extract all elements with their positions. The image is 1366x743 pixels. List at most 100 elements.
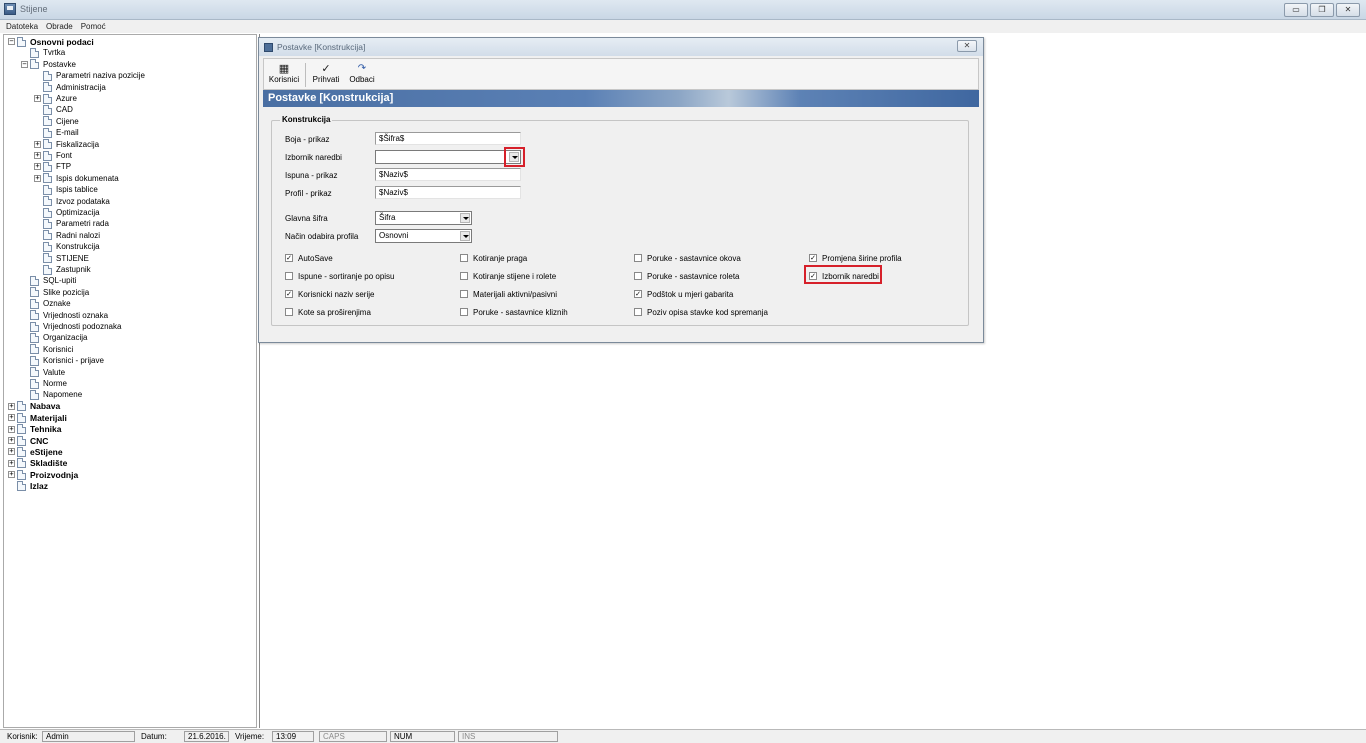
checkbox[interactable] xyxy=(285,308,293,316)
tree-item[interactable]: Napomene xyxy=(21,389,82,400)
izbornik-combo[interactable] xyxy=(375,150,521,164)
tree-item[interactable]: Norme xyxy=(21,378,67,389)
menu-datoteka[interactable]: Datoteka xyxy=(6,20,38,33)
tree-item[interactable]: + Materijali xyxy=(8,412,67,423)
close-button[interactable]: ✕ xyxy=(1336,3,1360,17)
checkbox[interactable]: ✓ xyxy=(285,254,293,262)
tree-item[interactable]: + CNC xyxy=(8,435,48,446)
tree-item[interactable]: + Tehnika xyxy=(8,424,62,435)
checkbox-item[interactable]: ✓ Korisnicki naziv serije xyxy=(285,289,374,299)
menu-pomoc[interactable]: Pomoć xyxy=(81,20,106,33)
tree-item[interactable]: − Postavke xyxy=(21,59,76,70)
tree-item[interactable]: Oznake xyxy=(21,298,71,309)
checkbox-item[interactable]: Poruke - sastavnice okova xyxy=(634,253,741,263)
collapse-icon[interactable]: − xyxy=(8,38,15,45)
checkbox-item[interactable]: Kotiranje praga xyxy=(460,253,527,263)
tree-item[interactable]: Vrijednosti podoznaka xyxy=(21,321,121,332)
expand-icon[interactable]: + xyxy=(8,437,15,444)
checkbox[interactable] xyxy=(285,272,293,280)
odbaci-button[interactable]: ↷ Odbaci xyxy=(346,62,378,88)
expand-icon[interactable]: + xyxy=(8,425,15,433)
checkbox[interactable] xyxy=(460,272,468,280)
expand-icon[interactable]: + xyxy=(8,414,15,422)
checkbox[interactable] xyxy=(460,290,468,298)
checkbox[interactable]: ✓ xyxy=(809,272,817,280)
tree-item[interactable]: Slike pozicija xyxy=(21,287,89,298)
expand-icon[interactable]: + xyxy=(34,174,41,182)
checkbox[interactable]: ✓ xyxy=(634,290,642,298)
tree-item[interactable]: + Font xyxy=(34,150,72,161)
tree-item[interactable]: Zastupnik xyxy=(34,264,91,275)
checkbox[interactable] xyxy=(634,254,642,262)
tree-item[interactable]: Valute xyxy=(21,367,65,378)
checkbox-item[interactable]: ✓ AutoSave xyxy=(285,253,333,263)
checkbox-item[interactable]: Poziv opisa stavke kod spremanja xyxy=(634,307,768,317)
tree-item[interactable]: Parametri rada xyxy=(34,218,109,229)
expand-icon[interactable]: + xyxy=(8,471,15,479)
expand-icon[interactable]: + xyxy=(34,95,41,102)
boja-input[interactable]: $Šifra$ xyxy=(375,132,521,145)
expand-icon[interactable]: + xyxy=(8,459,15,467)
checkbox-item[interactable]: ✓ Promjena širine profila xyxy=(809,253,902,263)
tree-item[interactable]: + Fiskalizacija xyxy=(34,139,99,150)
tree-item[interactable]: E-mail xyxy=(34,127,79,138)
nacin-odabira-combo[interactable]: Osnovni xyxy=(375,229,472,243)
tree-item[interactable]: + FTP xyxy=(34,161,71,172)
checkbox[interactable] xyxy=(634,272,642,280)
tree-item[interactable]: Ispis tablice xyxy=(34,184,98,195)
tree-item[interactable]: Administracija xyxy=(34,82,106,93)
tree-item[interactable]: Cijene xyxy=(34,116,79,127)
tree-item[interactable]: + Ispis dokumenata xyxy=(34,173,119,184)
expand-icon[interactable]: + xyxy=(8,402,15,410)
checkbox-item[interactable]: Poruke - sastavnice kliznih xyxy=(460,307,568,317)
tree-item[interactable]: + Azure xyxy=(34,93,77,104)
restore-button[interactable]: ❐ xyxy=(1310,3,1334,17)
expand-icon[interactable]: + xyxy=(8,448,15,456)
checkbox-item[interactable]: Kote sa proširenjima xyxy=(285,307,371,317)
glavna-sifra-combo[interactable]: Šifra xyxy=(375,211,472,225)
expand-icon[interactable]: + xyxy=(34,152,41,159)
checkbox-item[interactable]: Materijali aktivni/pasivni xyxy=(460,289,557,299)
tree-item[interactable]: Vrijednosti oznaka xyxy=(21,310,108,321)
tree-item[interactable]: + Nabava xyxy=(8,401,60,412)
expand-icon[interactable]: + xyxy=(34,163,41,171)
korisnici-button[interactable]: ▦ Korisnici xyxy=(267,62,301,88)
tree-item[interactable]: Optimizacija xyxy=(34,207,100,218)
menu-obrade[interactable]: Obrade xyxy=(46,20,73,33)
tree-item[interactable]: − Osnovni podaci xyxy=(8,36,94,47)
checkbox-item[interactable]: ✓ Podštok u mjeri gabarita xyxy=(634,289,733,299)
tree-item[interactable]: + eStijene xyxy=(8,446,63,457)
checkbox[interactable]: ✓ xyxy=(809,254,817,262)
checkbox-item[interactable]: Poruke - sastavnice roleta xyxy=(634,271,740,281)
tree-item[interactable]: Parametri naziva pozicije xyxy=(34,70,145,81)
minimize-button[interactable]: ▭ xyxy=(1284,3,1308,17)
checkbox-item[interactable]: Kotiranje stijene i rolete xyxy=(460,271,556,281)
checkbox[interactable] xyxy=(634,308,642,316)
checkbox[interactable] xyxy=(460,254,468,262)
tree-item[interactable]: Radni nalozi xyxy=(34,230,100,241)
navigation-tree[interactable]: − Osnovni podaci Tvrtka − Postavke Parametri … xyxy=(3,34,257,728)
tree-item[interactable]: CAD xyxy=(34,104,73,115)
ispuna-input[interactable]: $Naziv$ xyxy=(375,168,521,181)
tree-item[interactable]: Korisnici - prijave xyxy=(21,355,104,366)
checkbox-item[interactable]: Ispune - sortiranje po opisu xyxy=(285,271,395,281)
tree-item[interactable]: Korisnici xyxy=(21,344,73,355)
checkbox-item[interactable]: ✓ Izbornik naredbi xyxy=(809,271,879,281)
collapse-icon[interactable]: − xyxy=(21,60,28,68)
tree-item[interactable]: STIJENE xyxy=(34,253,89,264)
tree-item[interactable]: Izlaz xyxy=(8,481,48,492)
expand-icon[interactable]: + xyxy=(34,140,41,148)
checkbox[interactable]: ✓ xyxy=(285,290,293,298)
checkbox[interactable] xyxy=(460,308,468,316)
tree-item[interactable]: + Proizvodnja xyxy=(8,469,78,480)
tree-item[interactable]: Izvoz podataka xyxy=(34,196,110,207)
prihvati-button[interactable]: ✓ Prihvati xyxy=(310,62,342,88)
tree-item[interactable]: Konstrukcija xyxy=(34,241,100,252)
tree-item[interactable]: + Skladište xyxy=(8,458,67,469)
chevron-down-icon[interactable] xyxy=(460,213,470,223)
chevron-down-icon[interactable] xyxy=(509,152,519,162)
tree-item[interactable]: Organizacija xyxy=(21,332,87,343)
chevron-down-icon[interactable] xyxy=(460,231,470,241)
profil-input[interactable]: $Naziv$ xyxy=(375,186,521,199)
tree-item[interactable]: SQL-upiti xyxy=(21,275,76,286)
